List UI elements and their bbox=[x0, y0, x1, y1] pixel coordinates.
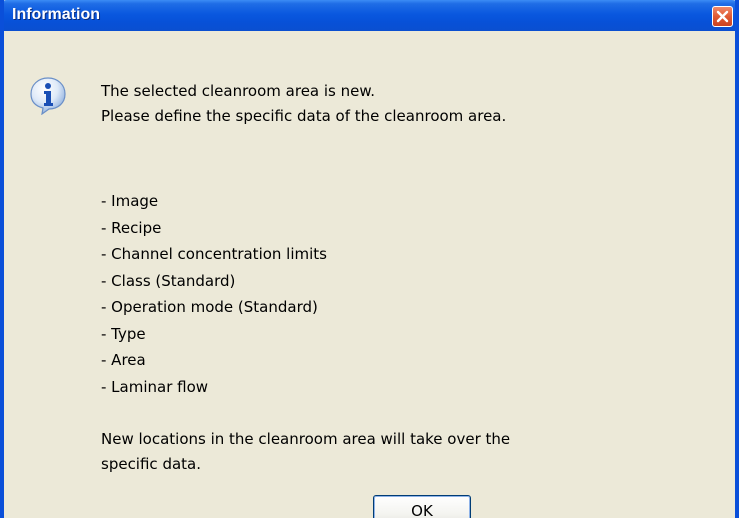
list-item: - Recipe bbox=[101, 218, 162, 237]
message-text: The selected cleanroom area is new. Plea… bbox=[101, 79, 506, 129]
window-title: Information bbox=[12, 6, 100, 23]
footer-message: New locations in the cleanroom area will… bbox=[101, 427, 510, 477]
message-line-1: The selected cleanroom area is new. bbox=[101, 82, 376, 100]
list-item: - Image bbox=[101, 192, 159, 210]
list-item: - Operation mode (Standard) bbox=[101, 298, 318, 316]
title-bar[interactable]: Information bbox=[4, 0, 735, 31]
footer-line-1: New locations in the cleanroom area will… bbox=[101, 430, 511, 448]
info-icon bbox=[30, 77, 66, 115]
ok-button[interactable]: OK bbox=[373, 495, 471, 518]
list-item: - Class (Standard) bbox=[101, 271, 236, 290]
list-item: - Laminar flow bbox=[101, 377, 209, 396]
close-icon bbox=[716, 10, 729, 23]
list-item: - Channel concentration limits bbox=[101, 245, 327, 263]
message-line-2: Please define the specific data of the c… bbox=[101, 107, 507, 125]
information-dialog: Information The selected cleanroom area … bbox=[0, 0, 739, 518]
required-data-list: - Image - Recipe - Channel concentration… bbox=[101, 188, 327, 400]
list-item: - Type bbox=[101, 324, 146, 343]
list-item: - Area bbox=[101, 351, 146, 369]
footer-line-2: specific data. bbox=[101, 455, 201, 473]
dialog-body: The selected cleanroom area is new. Plea… bbox=[4, 31, 735, 518]
close-button[interactable] bbox=[712, 6, 733, 27]
